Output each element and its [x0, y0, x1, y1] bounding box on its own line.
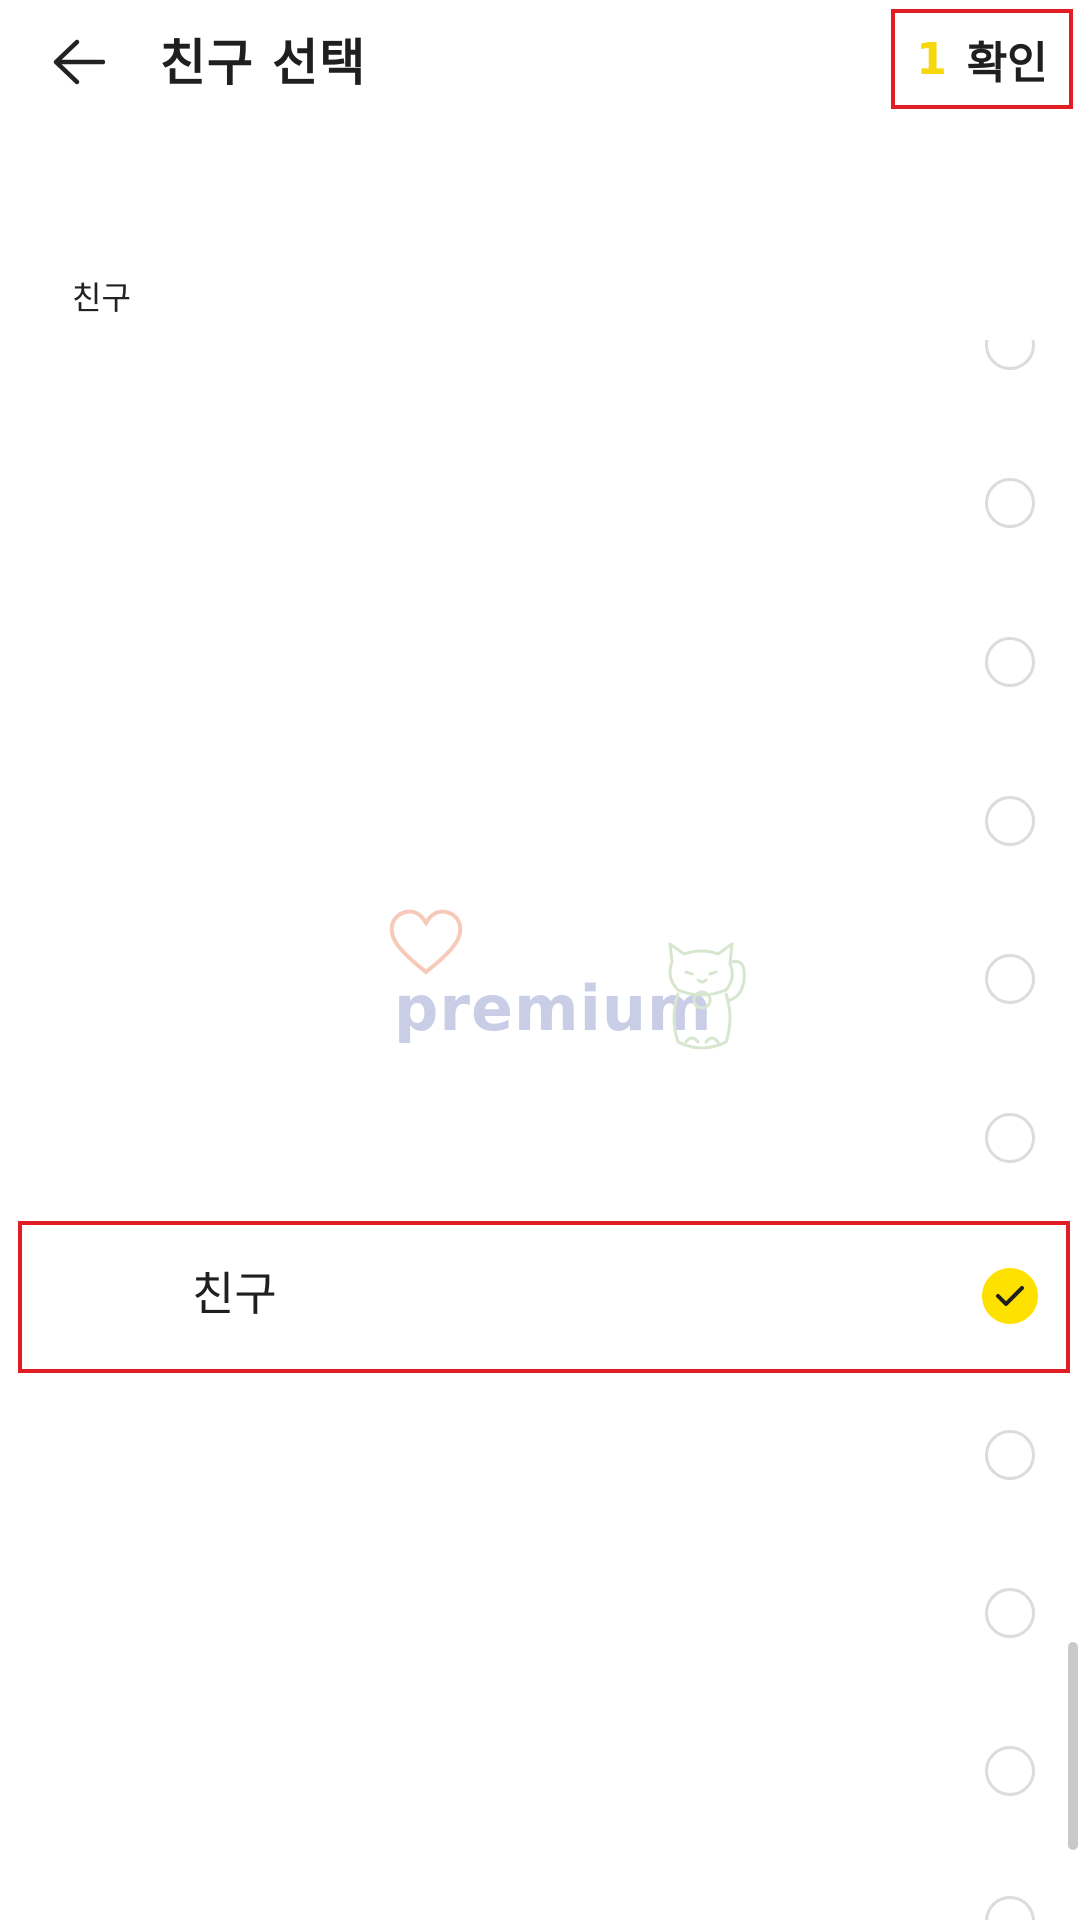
friend-row[interactable]: [0, 741, 1080, 899]
friend-row[interactable]: [0, 1534, 1080, 1692]
friend-row[interactable]: [0, 1376, 1080, 1534]
friend-name: 친구: [192, 1267, 277, 1321]
radio-button[interactable]: [985, 1113, 1035, 1163]
radio-button[interactable]: [985, 637, 1035, 687]
arrow-left-icon: [53, 39, 105, 85]
friend-row-selected[interactable]: 친구: [0, 1218, 1080, 1376]
radio-button-partial[interactable]: [985, 1896, 1035, 1920]
checkmark-icon: [996, 1286, 1024, 1306]
radio-button[interactable]: [985, 1588, 1035, 1638]
friend-row[interactable]: [0, 1058, 1080, 1216]
back-button[interactable]: [44, 22, 114, 102]
radio-button[interactable]: [985, 796, 1035, 846]
confirm-button[interactable]: 1 확인: [891, 9, 1073, 109]
friend-row[interactable]: [0, 424, 1080, 582]
friend-select-screen: 친구 선택 1 확인 친구 친구 premium: [0, 0, 1080, 1920]
radio-button[interactable]: [985, 478, 1035, 528]
friend-row[interactable]: [0, 899, 1080, 1057]
radio-button-checked[interactable]: [982, 1268, 1038, 1324]
radio-button-partial[interactable]: [985, 340, 1035, 370]
friend-row[interactable]: [0, 1692, 1080, 1850]
friend-row[interactable]: [0, 582, 1080, 740]
radio-button[interactable]: [985, 954, 1035, 1004]
app-header: 친구 선택 1 확인: [0, 0, 1080, 125]
radio-button[interactable]: [985, 1746, 1035, 1796]
section-header-friends: 친구: [72, 279, 131, 317]
radio-button[interactable]: [985, 1430, 1035, 1480]
scrollbar-thumb[interactable]: [1068, 1642, 1078, 1850]
page-title: 친구 선택: [160, 34, 367, 92]
confirm-label: 확인: [966, 38, 1048, 89]
selected-count: 1: [916, 33, 947, 85]
